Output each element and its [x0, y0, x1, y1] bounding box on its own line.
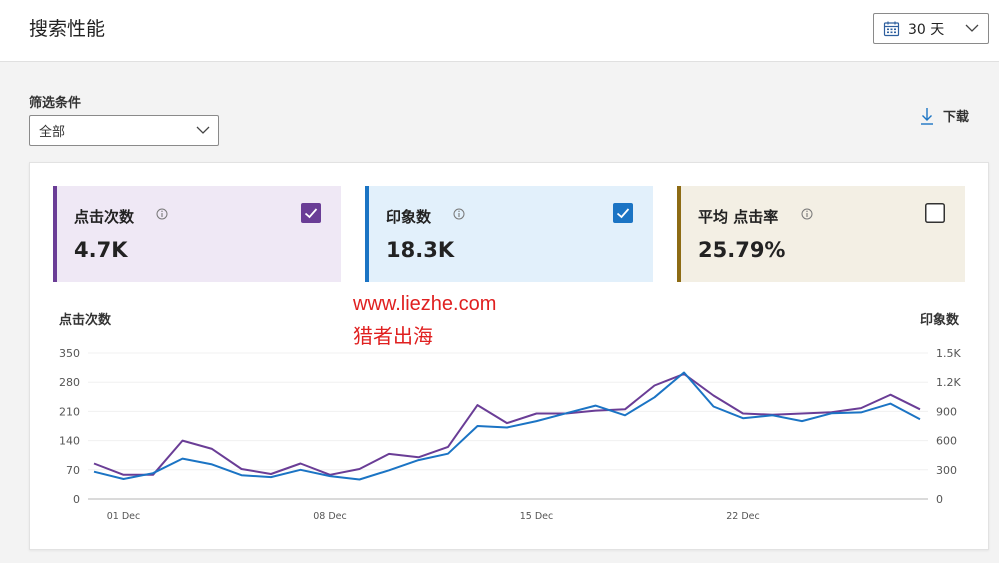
x-tick-label: 08 Dec — [313, 511, 347, 522]
page-title: 搜索性能 — [29, 18, 106, 40]
calendar-icon — [883, 21, 900, 37]
performance-line-chart: 0 0 70 300 140 600 210 900 280 1.2K 350 1.5K 01 Dec 0… — [59, 347, 961, 522]
impressions-series-line — [93, 371, 921, 481]
watermark-text: 猎者出海 — [353, 324, 433, 348]
left-axis-title: 点击次数 — [59, 313, 112, 328]
right-axis-title: 印象数 — [919, 313, 959, 328]
y-left-tick-label: 0 — [73, 493, 80, 506]
performance-card: 点击次数 4.7K 印象数 18.3K 平均 点击率 25.79% 0 0 70… — [29, 162, 989, 550]
y-right-tick-label: 1.5K — [936, 347, 961, 360]
clicks-series-line — [93, 372, 921, 476]
top-bar: 搜索性能 30 天 — [0, 0, 999, 62]
y-left-tick-label: 350 — [59, 347, 80, 360]
download-label: 下载 — [943, 110, 970, 125]
x-tick-label: 01 Dec — [107, 511, 141, 522]
y-right-tick-label: 900 — [936, 405, 957, 418]
y-left-tick-label: 70 — [66, 464, 80, 477]
filter-value: 全部 — [39, 125, 66, 140]
y-right-tick-label: 1.2K — [936, 376, 961, 389]
chevron-down-icon — [965, 24, 979, 32]
y-right-tick-label: 0 — [936, 493, 943, 506]
x-tick-label: 22 Dec — [726, 511, 760, 522]
watermark-url: www.liezhe.com — [353, 293, 497, 315]
chevron-down-icon — [196, 126, 210, 134]
date-range-value: 30 天 — [908, 21, 945, 38]
filter-select[interactable]: 全部 — [29, 115, 219, 146]
download-icon — [921, 107, 933, 125]
y-left-tick-label: 210 — [59, 405, 80, 418]
date-range-select[interactable]: 30 天 — [873, 13, 989, 44]
filter-label: 筛选条件 — [29, 96, 82, 111]
y-right-tick-label: 600 — [936, 435, 957, 448]
y-left-tick-label: 280 — [59, 376, 80, 389]
x-tick-label: 15 Dec — [520, 511, 554, 522]
y-right-tick-label: 300 — [936, 464, 957, 477]
y-left-tick-label: 140 — [59, 435, 80, 448]
download-button[interactable]: 下载 — [919, 106, 969, 125]
watermark: www.liezhe.com 猎者出海 — [353, 293, 496, 349]
